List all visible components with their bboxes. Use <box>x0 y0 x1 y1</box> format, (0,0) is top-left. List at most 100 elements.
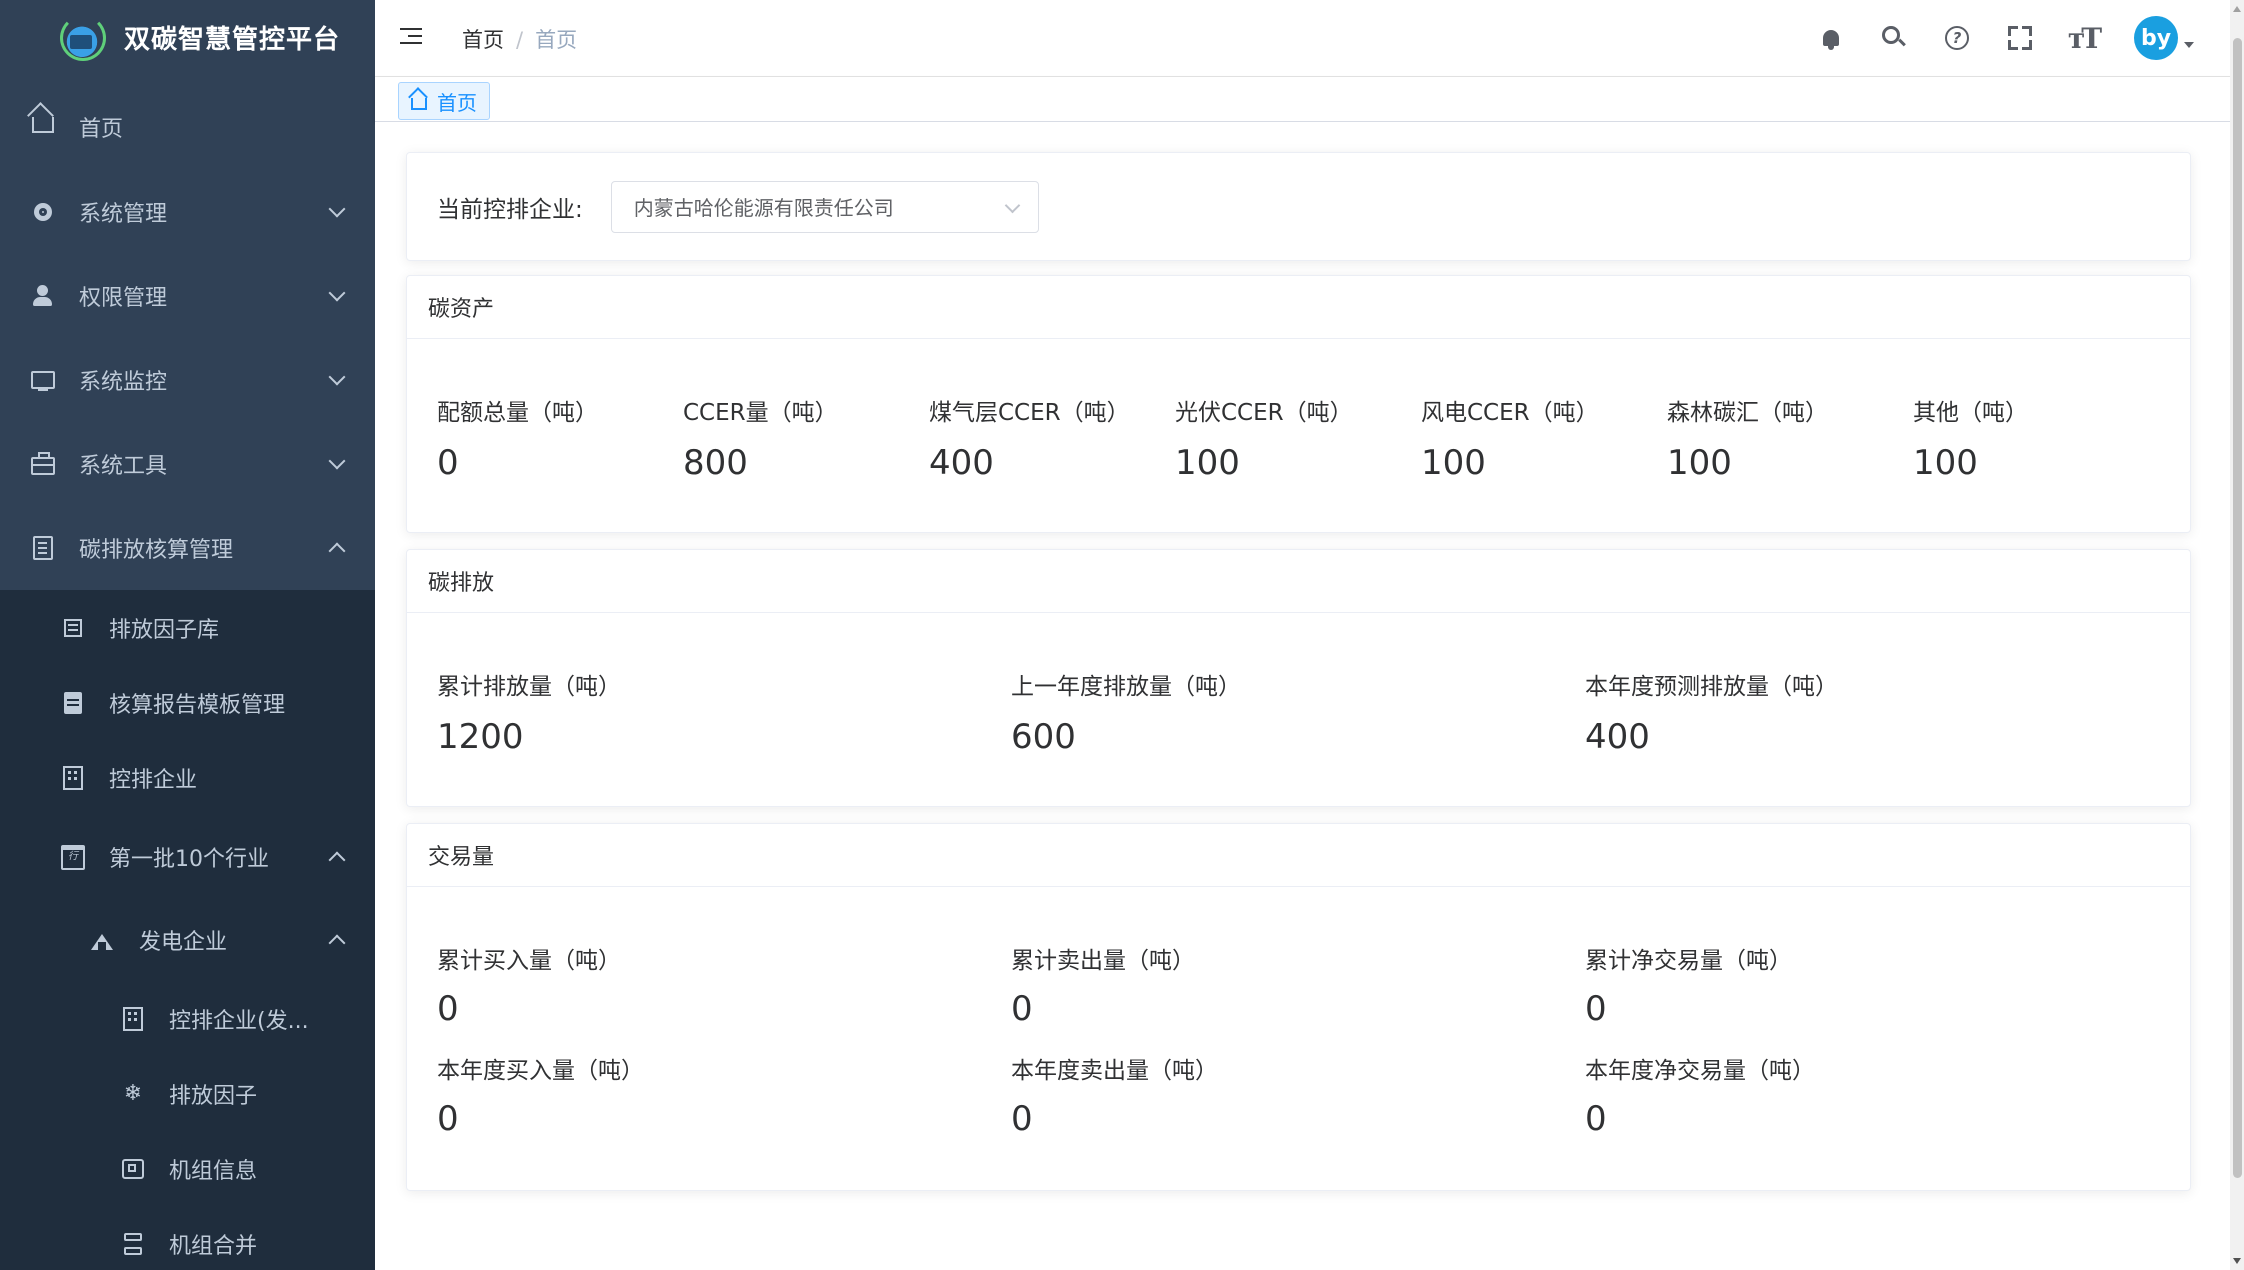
user-menu[interactable]: by <box>2134 16 2194 60</box>
scroll-up-arrow-icon[interactable] <box>2233 6 2241 12</box>
sidebar-item-carbon-accounting[interactable]: 碳排放核算管理 <box>0 506 375 590</box>
hamburger-icon[interactable] <box>400 28 422 44</box>
sidebar-item-label: 系统工具 <box>79 454 168 479</box>
sidebar-item-first-batch-industries[interactable]: 行 第一批10个行业 <box>0 815 375 899</box>
stat-label: 累计净交易量（吨） <box>1585 948 1792 974</box>
sidebar-item-label: 控排企业(发... <box>169 1008 309 1034</box>
navbar: 首页 / 首页 ? тT by <box>375 0 2244 77</box>
sidebar-item-controlled-enterprises-power[interactable]: 控排企业(发... <box>0 981 375 1056</box>
stat-coalbed-ccer: 煤气层CCER（吨） 400 <box>929 393 1130 483</box>
chevron-down-icon <box>328 368 346 386</box>
stat-label: 配额总量（吨） <box>437 400 598 426</box>
sidebar-item-home[interactable]: 首页 <box>0 74 375 170</box>
search-icon[interactable] <box>1879 23 1909 53</box>
logo[interactable]: 双碳智慧管控平台 <box>0 0 375 74</box>
sidebar-item-power-enterprises[interactable]: 发电企业 <box>0 899 375 981</box>
sidebar-item-label: 第一批10个行业 <box>109 847 269 872</box>
avatar[interactable]: by <box>2134 16 2178 60</box>
home-icon <box>30 108 56 134</box>
stat-value: 0 <box>437 443 459 483</box>
help-icon[interactable]: ? <box>1942 23 1972 53</box>
stat-value: 400 <box>929 443 994 483</box>
breadcrumb-separator: / <box>516 28 524 52</box>
logo-icon <box>58 13 106 61</box>
submenu-carbon-accounting: 排放因子库 核算报告模板管理 控排企业 行 第一批10个行业 发电企业 控排企业… <box>0 590 375 1270</box>
stat-label: 森林碳汇（吨） <box>1667 400 1828 426</box>
stat-value: 1200 <box>437 717 524 757</box>
stat-year-net: 本年度净交易量（吨） 0 <box>1585 1051 1815 1139</box>
stat-cumulative-emission: 累计排放量（吨） 1200 <box>437 667 621 757</box>
trading-volume-card: 交易量 累计买入量（吨） 0 累计卖出量（吨） 0 累计净交易量（吨） 0 本年… <box>406 823 2191 1191</box>
sidebar-item-unit-info[interactable]: 机组信息 <box>0 1131 375 1206</box>
stat-value: 100 <box>1175 443 1240 483</box>
sidebar-item-monitor[interactable]: 系统监控 <box>0 338 375 422</box>
stat-cumulative-buy: 累计买入量（吨） 0 <box>437 941 621 1029</box>
chevron-up-icon <box>328 851 346 869</box>
stat-value: 100 <box>1667 443 1732 483</box>
sidebar-item-system[interactable]: 系统管理 <box>0 170 375 254</box>
stat-value: 600 <box>1011 717 1076 757</box>
chevron-down-icon <box>1004 197 1021 213</box>
fullscreen-icon[interactable] <box>2005 23 2035 53</box>
stat-value: 0 <box>437 1099 459 1139</box>
sidebar-item-label: 首页 <box>79 117 124 142</box>
stat-last-year-emission: 上一年度排放量（吨） 600 <box>1011 667 1241 757</box>
calendar-icon: 行 <box>60 844 86 870</box>
company-card: 当前控排企业: 内蒙古哈伦能源有限责任公司 <box>406 152 2191 261</box>
scrollbar-thumb[interactable] <box>2233 38 2242 1178</box>
sidebar-item-label: 系统监控 <box>79 370 168 395</box>
breadcrumb-item-home[interactable]: 首页 <box>462 28 504 52</box>
sidebar-item-label: 控排企业 <box>109 767 198 793</box>
stat-cumulative-net: 累计净交易量（吨） 0 <box>1585 941 1792 1029</box>
sidebar-item-emission-factor[interactable]: ❄ 排放因子 <box>0 1056 375 1131</box>
sidebar-item-emission-factor-library[interactable]: 排放因子库 <box>0 590 375 665</box>
sidebar-item-controlled-enterprises[interactable]: 控排企业 <box>0 740 375 815</box>
sidebar-item-label: 碳排放核算管理 <box>79 538 234 563</box>
caret-down-icon <box>2184 42 2194 48</box>
stat-pv-ccer: 光伏CCER（吨） 100 <box>1175 393 1353 483</box>
text-size-icon[interactable]: тT <box>2068 22 2102 55</box>
bell-icon[interactable] <box>1816 23 1846 53</box>
chip-icon <box>120 1156 146 1182</box>
stat-cumulative-sell: 累计卖出量（吨） 0 <box>1011 941 1195 1029</box>
tags-view: 首页 <box>375 77 2244 122</box>
chevron-down-icon <box>328 284 346 302</box>
factory-icon <box>89 927 115 953</box>
monitor-icon <box>30 367 56 393</box>
stat-wind-ccer: 风电CCER（吨） 100 <box>1421 393 1599 483</box>
sidebar-item-label: 发电企业 <box>139 930 228 955</box>
card-title: 交易量 <box>407 824 2190 887</box>
stat-forecast-emission: 本年度预测排放量（吨） 400 <box>1585 667 1838 757</box>
stat-forest-sink: 森林碳汇（吨） 100 <box>1667 393 1828 483</box>
sidebar-item-report-template[interactable]: 核算报告模板管理 <box>0 665 375 740</box>
list-icon <box>60 615 86 641</box>
scroll-down-arrow-icon[interactable] <box>2233 1258 2241 1264</box>
vertical-scrollbar[interactable] <box>2230 0 2244 1270</box>
company-select-value: 内蒙古哈伦能源有限责任公司 <box>633 196 894 220</box>
stat-value: 800 <box>683 443 748 483</box>
document-icon <box>30 535 56 561</box>
sidebar-item-permissions[interactable]: 权限管理 <box>0 254 375 338</box>
tag-home[interactable]: 首页 <box>398 82 490 120</box>
breadcrumb: 首页 / 首页 <box>462 24 577 54</box>
sidebar-item-label: 系统管理 <box>79 202 168 227</box>
stat-label: 本年度卖出量（吨） <box>1011 1058 1218 1084</box>
gear-icon <box>30 199 56 225</box>
stat-year-buy: 本年度买入量（吨） 0 <box>437 1051 644 1139</box>
stat-value: 0 <box>1585 1099 1607 1139</box>
stat-label: 其他（吨） <box>1913 400 2028 426</box>
main-content: 当前控排企业: 内蒙古哈伦能源有限责任公司 碳资产 配额总量（吨） 0 CCER… <box>375 122 2230 1270</box>
stat-label: 本年度买入量（吨） <box>437 1058 644 1084</box>
navbar-actions: ? тT by <box>1783 16 2194 60</box>
sidebar-item-tools[interactable]: 系统工具 <box>0 422 375 506</box>
stat-ccer: CCER量（吨） 800 <box>683 393 838 483</box>
company-select[interactable]: 内蒙古哈伦能源有限责任公司 <box>610 180 1039 233</box>
stat-label: 光伏CCER（吨） <box>1175 400 1353 426</box>
stat-label: 累计卖出量（吨） <box>1011 948 1195 974</box>
stat-value: 0 <box>1011 989 1033 1029</box>
app-title: 双碳智慧管控平台 <box>124 24 341 55</box>
stat-label: CCER量（吨） <box>683 400 838 426</box>
sidebar-item-unit-merge[interactable]: 机组合并 <box>0 1206 375 1270</box>
building-icon <box>120 1006 146 1032</box>
card-title: 碳排放 <box>407 550 2190 613</box>
